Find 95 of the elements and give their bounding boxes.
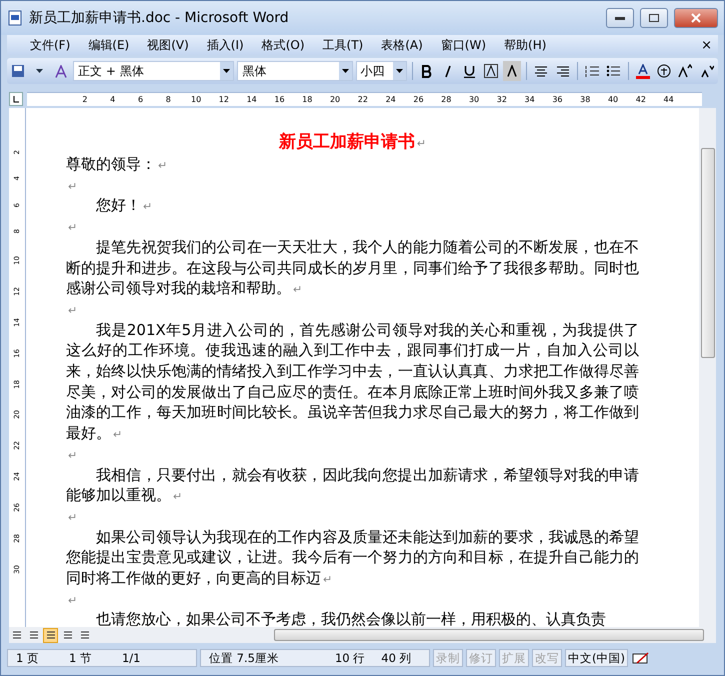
ruler-number: 8 (164, 95, 172, 104)
minimize-button[interactable] (606, 8, 634, 28)
maximize-icon (649, 14, 659, 22)
spelling-check-icon (630, 651, 651, 665)
paragraph-mark: ↵ (67, 178, 78, 195)
paragraph-text: 尊敬的领导：↵ (66, 154, 168, 175)
paragraph-mark: ↵ (67, 448, 78, 464)
align-right-icon (556, 66, 570, 76)
font-color-icon (636, 64, 650, 78)
view-button[interactable] (43, 628, 58, 642)
ruler-number: 36 (551, 95, 564, 104)
ruler-number: 2 (81, 95, 88, 104)
view-icon (62, 630, 72, 640)
grow-font-icon (678, 64, 692, 78)
character-shading-button[interactable] (502, 61, 522, 81)
position-indicator: 位置 7.5厘米 (209, 650, 279, 666)
enclosed-character-icon (657, 64, 671, 78)
paragraph-text: 提笔先祝贺我们的公司在一天天壮大，我个人的能力随着公司的不断发展，也在不断的提升和进步。在这段与公司共同成长的岁月里，同事们给予了我很多帮助。同时也感谢公司领导对我的栽培和帮助。↵ (66, 236, 639, 299)
paragraph-text: 我相信，只要付出，就会有收获，因此我向您提出加薪请求，希望领导对我的申请能够加以重视。↵ (66, 464, 639, 506)
document-icon (7, 10, 23, 26)
paragraph-text: 也请您放心，如果公司不予考虑，我仍然会像以前一样，用积极的、认真负责 (95, 609, 607, 627)
dropdown-arrow-icon (396, 69, 403, 73)
paragraph-mark: ↵ (67, 220, 78, 236)
close-document-button[interactable]: × (701, 38, 712, 52)
font-dropdown[interactable]: 黑体 (237, 61, 353, 81)
ruler-number: 32 (496, 95, 508, 104)
ruler-number: 34 (524, 95, 536, 104)
page-count: 1/1 (122, 651, 140, 665)
close-button[interactable] (674, 8, 718, 28)
paragraph-text: 您好！↵ (95, 195, 154, 216)
view-icon (46, 630, 56, 640)
line-indicator: 10 行 (334, 650, 366, 666)
dropdown-arrow-icon (223, 69, 230, 73)
ruler-number: 16 (273, 95, 286, 104)
ruler-number: 26 (412, 95, 425, 104)
shrink-font-icon (700, 64, 714, 78)
menu-item[interactable]: 表格(A) (372, 36, 432, 54)
paragraph-text: 如果公司领导认为我现在的工作内容及质量还未能达到加薪的要求，我诚恳的希望您能提出宝贵意见或建议，让进。我今后有一个努力的方向和目标，在提升自己能力的同时将工作做的更好，向更高的目标迈↵ (66, 526, 639, 589)
window-title: 新员工加薪申请书.doc - Microsoft Word (29, 9, 290, 27)
ruler-number: 38 (579, 95, 592, 104)
document-title: 新员工加薪申请书↵ (278, 131, 426, 154)
paragraph-mark: ↵ (67, 510, 78, 526)
menu-item[interactable]: 工具(T) (314, 36, 372, 54)
ruler-number: 6 (136, 95, 144, 104)
tab-stop-icon[interactable] (9, 92, 23, 106)
font-size-dropdown[interactable]: 小四 (356, 61, 407, 81)
ruler-number: 18 (301, 95, 314, 104)
menu-item[interactable]: 编辑(E) (79, 36, 138, 54)
maximize-button[interactable] (640, 8, 668, 28)
numbered-list-icon (585, 65, 599, 77)
view-icon (12, 630, 22, 640)
italic-icon (445, 64, 451, 78)
ruler-number: 42 (634, 95, 647, 104)
view-icon (28, 630, 38, 640)
ruler-number: 4 (109, 95, 116, 104)
align-center-icon (534, 66, 548, 76)
paragraph-mark: ↵ (67, 302, 78, 319)
ruler-number: 30 (468, 95, 480, 104)
minimize-icon (615, 16, 625, 20)
ruler-number: 12 (218, 95, 230, 104)
bordered-letter-icon (484, 64, 498, 78)
menu-item[interactable]: 窗口(W) (432, 36, 496, 54)
section-indicator: 1 节 (68, 650, 92, 666)
styles-icon (54, 64, 67, 78)
character-border-button[interactable] (482, 61, 500, 81)
menu-item[interactable]: 格式(O) (252, 36, 314, 54)
ruler-number: 40 (606, 95, 620, 104)
close-icon (691, 13, 701, 23)
paragraph-mark: ↵ (67, 592, 78, 609)
dropdown-arrow-icon (36, 69, 44, 73)
view-icon (80, 630, 90, 640)
menu-item[interactable]: 视图(V) (138, 36, 198, 54)
vertical-scrollbar[interactable] (699, 108, 716, 627)
page-indicator: 1 页 (16, 650, 39, 666)
column-indicator: 40 列 (381, 650, 412, 666)
paragraph-text: 我是201X年5月进入公司的，首先感谢公司领导对我的关心和重视，为我提供了这么好的工作环境。使我迅速的融入到工作中去，跟同事们打成一片，自加入公司以来，始终以快乐饱满的情绪投入到工作学习中去，一直认认真真、力求把工作做得尽善尽美，对公司的发展做出了自己应尽的责任。在本月底除正常上班时间外我又多兼了喷油漆的工作，每天加班时间比较长。虽说辛苦但我力求尽自己最大的努力，将工作做到最好。↵ (66, 320, 639, 444)
language-indicator: 中文(中国) (565, 649, 628, 667)
font-color-button[interactable] (633, 61, 652, 81)
ruler-number: 28 (440, 95, 452, 104)
menu-item[interactable]: 文件(F) (21, 36, 80, 54)
ruler-number: 22 (356, 95, 369, 104)
bold-icon (422, 64, 432, 78)
ruler-number: 24 (384, 95, 397, 104)
ruler-number: 44 (662, 95, 675, 104)
menu-item[interactable]: 插入(I) (198, 36, 253, 54)
bulleted-list-icon (606, 65, 620, 77)
menu-item[interactable]: 帮助(H) (495, 36, 556, 54)
style-dropdown[interactable]: 正文 + 黑体 (73, 61, 234, 81)
underline-icon (464, 64, 475, 78)
ruler-number: 20 (328, 95, 342, 104)
shaded-letter-icon (507, 65, 518, 77)
horizontal-scrollbar[interactable] (274, 629, 704, 641)
dropdown-arrow-icon (342, 69, 349, 73)
ruler-number: 14 (246, 95, 258, 104)
ruler-number: 10 (190, 95, 202, 104)
